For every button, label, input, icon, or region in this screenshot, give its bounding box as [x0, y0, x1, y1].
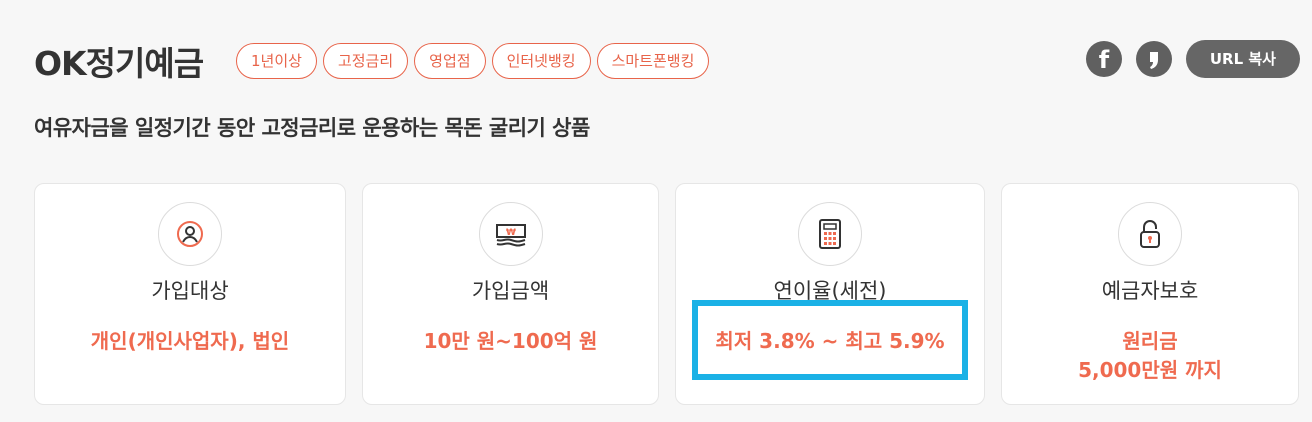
card-label: 가입금액: [471, 279, 550, 303]
person-icon: [158, 202, 222, 266]
url-copy-button[interactable]: URL 복사: [1185, 40, 1300, 78]
tag-fixed-rate[interactable]: 고정금리: [322, 43, 409, 79]
tag-internet-banking[interactable]: 인터넷뱅킹: [491, 43, 591, 79]
card-label: 가입대상: [151, 279, 229, 303]
calculator-icon: [798, 202, 862, 266]
card-label: 예금자보호: [1101, 279, 1199, 303]
kakao-icon: [1149, 52, 1158, 69]
product-header: OK정기예금 1년이상 고정금리 영업점 인터넷뱅킹 스마트폰뱅킹 f URL …: [34, 40, 1300, 88]
product-title: OK정기예금: [34, 44, 204, 83]
facebook-icon: f: [1099, 46, 1110, 74]
card-value: 10만 원~100억 원: [423, 329, 598, 353]
card-amount: ₩ 가입금액 10만 원~100억 원: [362, 183, 659, 405]
card-value: 최저 3.8% ~ 최고 5.9%: [715, 329, 945, 353]
card-interest-rate: 연이율(세전) 최저 3.8% ~ 최고 5.9%: [675, 183, 985, 405]
card-eligibility: 가입대상 개인(개인사업자), 법인: [34, 183, 346, 405]
product-subtitle: 여유자금을 일정기간 동안 고정금리로 운용하는 목돈 굴리기 상품: [34, 116, 590, 140]
svg-text:f: f: [1099, 46, 1110, 74]
share-actions: f URL 복사: [1085, 40, 1300, 78]
tag-1-year[interactable]: 1년이상: [236, 43, 317, 79]
facebook-share-button[interactable]: f: [1085, 41, 1122, 77]
kakao-share-button[interactable]: [1135, 41, 1172, 77]
lock-icon: [1118, 202, 1182, 266]
product-tags: 1년이상 고정금리 영업점 인터넷뱅킹 스마트폰뱅킹: [236, 43, 710, 79]
card-value: 개인(개인사업자), 법인: [90, 329, 290, 353]
svg-text:₩: ₩: [506, 228, 516, 238]
money-icon: ₩: [478, 202, 543, 266]
card-label: 연이율(세전): [773, 279, 887, 303]
tag-branch[interactable]: 영업점: [414, 43, 486, 79]
card-deposit-protection: 예금자보호 원리금 5,000만원 까지: [1001, 183, 1299, 405]
tag-smartphone-banking[interactable]: 스마트폰뱅킹: [596, 43, 710, 79]
card-value: 원리금 5,000만원 까지: [1078, 329, 1222, 382]
